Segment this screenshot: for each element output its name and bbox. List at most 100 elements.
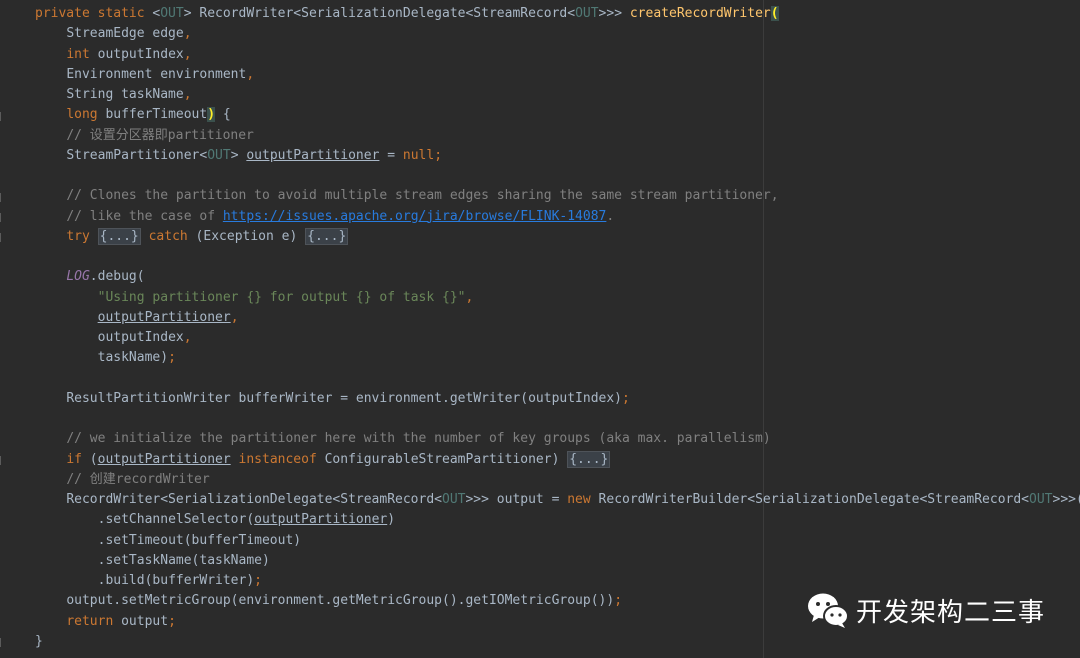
token: RecordWriterBuilder<SerializationDelegat…	[590, 492, 1030, 507]
token: ,	[230, 309, 239, 325]
code-line-4: Environment environment,	[35, 65, 1080, 85]
token: ,	[246, 66, 255, 82]
code-line-8: StreamPartitioner<OUT> outputPartitioner…	[35, 146, 1080, 166]
fold-marker[interactable]	[0, 112, 4, 121]
watermark-text: 开发架构二三事	[856, 597, 1046, 628]
token: )	[387, 512, 396, 528]
code-line-10: // Clones the partition to avoid multipl…	[35, 186, 1080, 206]
token: >>>	[598, 6, 630, 21]
token: OUT	[160, 6, 184, 21]
token: OUT	[207, 147, 231, 163]
token: int	[66, 46, 98, 62]
token: >	[230, 147, 247, 163]
token: ,	[465, 289, 474, 305]
token: >>>()	[1052, 492, 1080, 507]
string-literal: "Using partitioner {} for output {} of t…	[97, 289, 466, 305]
token: OUT	[575, 6, 599, 21]
code-line-14: LOG.debug(	[35, 267, 1080, 287]
token: ;	[168, 350, 176, 366]
fold-marker[interactable]	[0, 193, 4, 202]
token: outputIndex	[97, 46, 184, 62]
code-line-7: // 设置分区器即partitioner	[35, 126, 1080, 146]
token: }	[35, 633, 43, 649]
token: (	[89, 451, 98, 467]
token: LOG	[66, 269, 90, 285]
folded-block[interactable]: {...}	[97, 227, 141, 245]
token: return	[66, 613, 122, 629]
token: taskName)	[97, 350, 169, 366]
comment: // like the case of	[66, 208, 223, 224]
token: StreamPartitioner<	[66, 147, 208, 163]
token: bufferTimeout	[105, 107, 208, 123]
token: instanceof	[230, 451, 317, 467]
token: ,	[183, 46, 192, 62]
token: ResultPartitionWriter bufferWriter = env…	[66, 390, 623, 406]
code-line-26: .setChannelSelector(outputPartitioner)	[35, 510, 1080, 530]
fold-marker[interactable]	[0, 213, 4, 222]
code-line-17: outputIndex,	[35, 328, 1080, 348]
code-line-18: taskName);	[35, 348, 1080, 368]
code-line-28: .setTaskName(taskName)	[35, 551, 1080, 571]
code-area[interactable]: private static <OUT> RecordWriter<Serial…	[35, 4, 1080, 652]
token: ConfigurableStreamPartitioner)	[316, 451, 568, 467]
token: ,	[183, 87, 192, 102]
code-line-29: .build(bufferWriter);	[35, 571, 1080, 591]
token: =	[379, 147, 403, 163]
watermark: 开发架构二三事	[806, 590, 1045, 630]
token: RecordWriter<SerializationDelegate<Strea…	[66, 492, 442, 507]
token: ;	[614, 593, 623, 609]
token: private static	[35, 6, 153, 21]
folded-block[interactable]: {...}	[567, 450, 611, 468]
token: .setTaskName(taskName)	[97, 552, 270, 568]
fold-marker[interactable]	[0, 456, 4, 465]
token: null;	[402, 147, 443, 163]
token: >>> output =	[465, 492, 568, 507]
code-line-23: if (outputPartitioner instanceof Configu…	[35, 450, 1080, 470]
code-line-25: RecordWriter<SerializationDelegate<Strea…	[35, 490, 1080, 510]
method-name: createRecordWriter	[629, 6, 771, 21]
token: output	[121, 613, 169, 629]
token: ,	[183, 26, 192, 42]
token: .debug(	[89, 269, 145, 285]
code-editor[interactable]: private static <OUT> RecordWriter<Serial…	[0, 0, 1080, 658]
token: {	[215, 107, 231, 123]
code-line-5: String taskName,	[35, 85, 1080, 105]
token: .setTimeout(bufferTimeout)	[97, 532, 302, 548]
code-line-27: .setTimeout(bufferTimeout)	[35, 531, 1080, 551]
code-line-20: ResultPartitionWriter bufferWriter = env…	[35, 389, 1080, 409]
token: outputPartitioner	[97, 451, 231, 467]
token: OUT	[1029, 492, 1053, 507]
folded-block[interactable]: {...}	[305, 227, 349, 245]
token: catch	[140, 228, 188, 244]
token: output.setMetricGroup(environment.getMet…	[66, 593, 615, 609]
token: ;	[168, 613, 176, 629]
comment: // we initialize the partitioner here wi…	[66, 431, 771, 447]
issue-link[interactable]: https://issues.apache.org/jira/browse/FL…	[223, 209, 607, 224]
fold-marker[interactable]	[0, 233, 4, 242]
code-line-16: outputPartitioner,	[35, 308, 1080, 328]
comment: // Clones the partition to avoid multipl…	[66, 188, 779, 204]
token: ,	[183, 330, 192, 345]
code-line-22: // we initialize the partitioner here wi…	[35, 429, 1080, 449]
code-line-1: private static <OUT> RecordWriter<Serial…	[35, 4, 1080, 24]
token: StreamEdge edge	[66, 26, 184, 42]
token: outputPartitioner	[254, 512, 388, 528]
code-line-11: // like the case of https://issues.apach…	[35, 207, 1080, 227]
token: > RecordWriter<SerializationDelegate<Str…	[183, 6, 576, 21]
token: Environment environment	[66, 66, 247, 82]
token: .setChannelSelector(	[97, 512, 255, 528]
code-line-6: long bufferTimeout) {	[35, 105, 1080, 125]
token: try	[66, 228, 98, 244]
token: ;	[254, 573, 262, 588]
wechat-icon	[808, 593, 849, 628]
matched-paren: )	[207, 107, 216, 123]
token: outputPartitioner	[246, 147, 380, 163]
fold-marker[interactable]	[0, 638, 4, 647]
token: .build(bufferWriter)	[97, 573, 255, 588]
code-line-24: // 创建recordWriter	[35, 470, 1080, 490]
token: outputIndex	[97, 330, 184, 345]
